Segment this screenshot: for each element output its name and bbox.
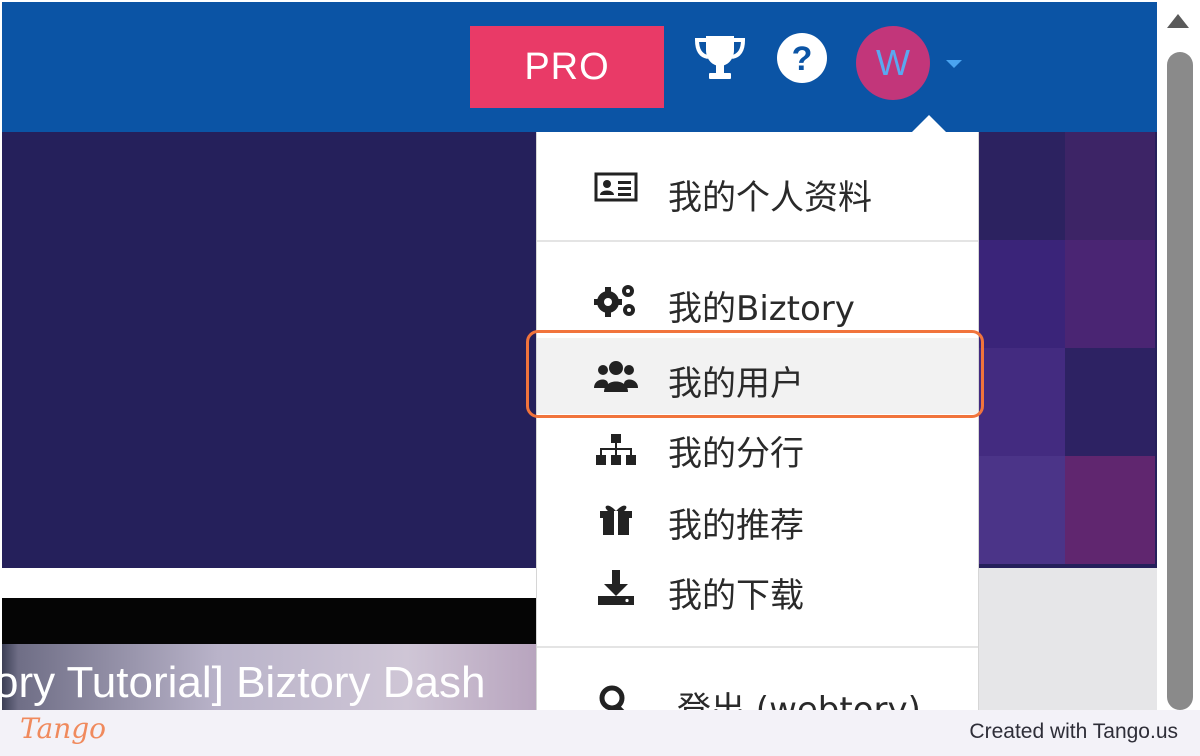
menu-item-downloads[interactable]: 我的下载 [537, 556, 978, 628]
content-panel [978, 568, 1157, 710]
video-thumbnail[interactable]: ory Tutorial] Biztory Dash [2, 644, 542, 710]
menu-item-profile[interactable]: 我的个人资料 [537, 142, 978, 232]
scroll-up-arrow-icon[interactable] [1167, 14, 1189, 28]
menu-item-logout[interactable]: 登出 (webtory) [537, 672, 978, 710]
sitemap-icon [593, 434, 639, 466]
gift-icon [593, 502, 639, 536]
menu-item-label: 我的推荐 [668, 506, 804, 546]
gears-icon [593, 282, 639, 318]
menu-item-label: 我的下载 [668, 576, 804, 616]
chevron-down-icon[interactable] [946, 60, 962, 68]
menu-item-biztory[interactable]: 我的Biztory [537, 264, 978, 336]
id-card-icon [593, 172, 639, 202]
video-top-bar [2, 598, 542, 644]
logout-icon [593, 684, 639, 710]
dropdown-pointer [912, 115, 946, 132]
download-icon [593, 570, 639, 606]
menu-divider [537, 240, 978, 242]
created-with-text[interactable]: Created with Tango.us [969, 720, 1178, 744]
menu-divider [537, 646, 978, 648]
menu-item-label: 我的个人资料 [668, 178, 872, 218]
scrollbar-thumb[interactable] [1167, 52, 1193, 710]
pro-button[interactable]: PRO [470, 26, 664, 108]
svg-text:?: ? [792, 40, 813, 78]
user-avatar[interactable]: W [856, 26, 930, 100]
menu-item-label: 我的分行 [668, 434, 804, 474]
video-title: ory Tutorial] Biztory Dash [2, 658, 486, 707]
tango-footer: Tango Created with Tango.us [0, 710, 1200, 756]
trophy-icon[interactable] [692, 30, 748, 86]
menu-item-branches[interactable]: 我的分行 [537, 414, 978, 486]
tango-logo: Tango [20, 712, 107, 745]
step-highlight-box [526, 330, 984, 418]
user-dropdown-menu: 我的个人资料 我的Biztory 我的用户 我的分行 我的推荐 我的下载 登出 … [536, 132, 979, 710]
menu-item-referrals[interactable]: 我的推荐 [537, 486, 978, 556]
help-icon[interactable]: ? [776, 32, 828, 84]
menu-item-label: 我的Biztory [668, 289, 855, 329]
menu-item-label: 登出 (webtory) [677, 690, 921, 710]
